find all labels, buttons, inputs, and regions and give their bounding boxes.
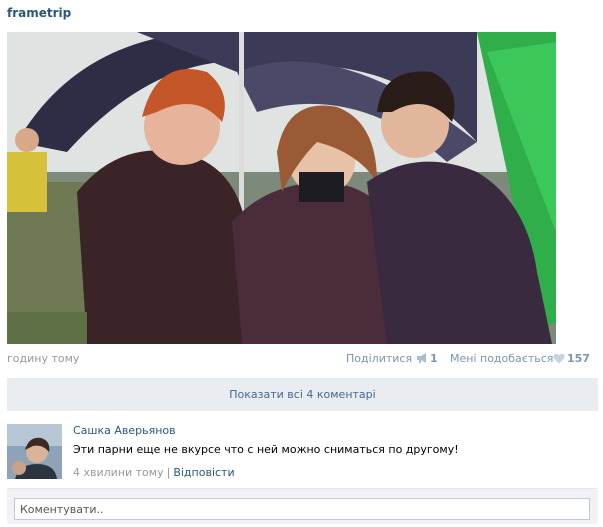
comment-item: Сашка Аверьянов Эти парни еще не вкурсе … bbox=[7, 420, 598, 482]
comment-separator: | bbox=[166, 466, 171, 479]
post-time[interactable]: годину тому bbox=[7, 352, 79, 365]
heart-icon[interactable] bbox=[553, 353, 565, 367]
share-link[interactable]: Поділитися bbox=[346, 352, 412, 365]
avatar[interactable] bbox=[7, 424, 62, 479]
comment-footer: 4 хвилини тому | Відповісти bbox=[73, 466, 235, 479]
post-author-link[interactable]: frametrip bbox=[7, 6, 71, 20]
comment-box bbox=[7, 488, 598, 524]
share-count: 1 bbox=[430, 352, 438, 365]
post-photo[interactable] bbox=[7, 32, 556, 344]
post-meta-row: годину тому Поділитися 1 Мені подобаєтьс… bbox=[7, 352, 593, 368]
comment-author-link[interactable]: Сашка Аверьянов bbox=[73, 424, 176, 437]
show-all-comments-button[interactable]: Показати всі 4 коментарі bbox=[7, 378, 598, 411]
like-link[interactable]: Мені подобається bbox=[450, 352, 553, 365]
reply-link[interactable]: Відповісти bbox=[173, 466, 234, 479]
photo-illustration bbox=[7, 32, 556, 344]
comment-text: Эти парни еще не вкурсе что с ней можно … bbox=[73, 443, 459, 456]
comment-time[interactable]: 4 хвилини тому bbox=[73, 466, 164, 479]
comment-input[interactable] bbox=[14, 498, 590, 520]
like-count: 157 bbox=[567, 352, 590, 365]
megaphone-icon[interactable] bbox=[416, 353, 428, 366]
